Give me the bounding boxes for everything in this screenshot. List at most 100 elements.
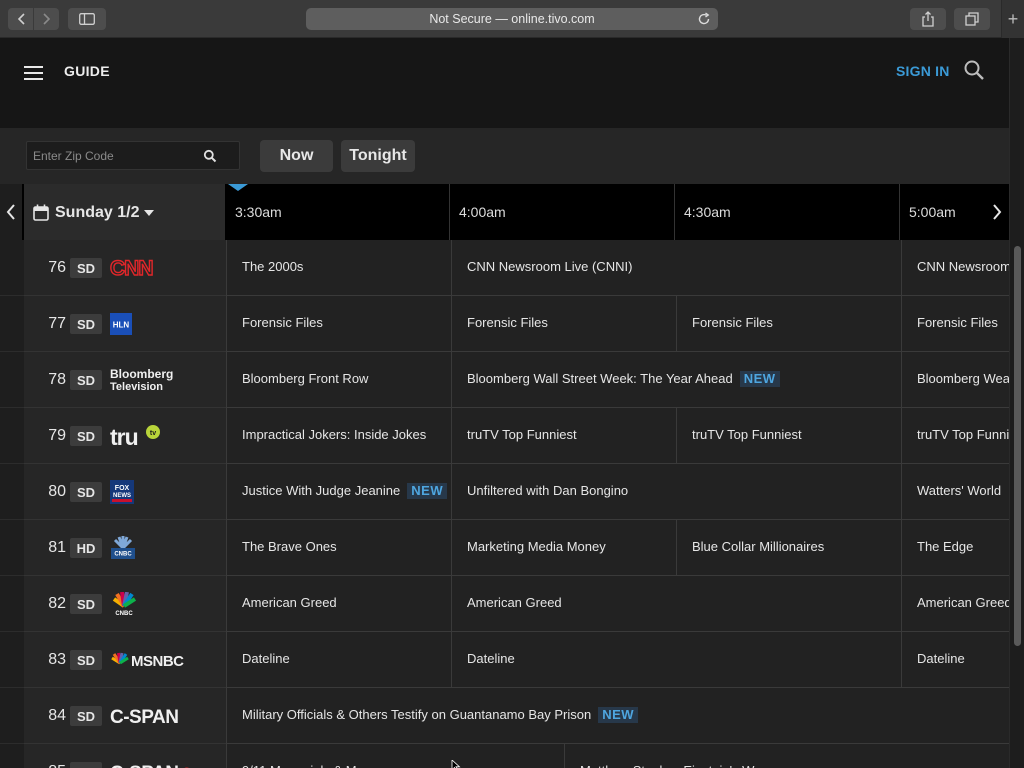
zip-search-box — [26, 141, 240, 170]
channel-logo: tru tv — [110, 421, 210, 451]
quality-badge: SD — [70, 762, 102, 768]
program-cell[interactable]: Forensic Files — [901, 296, 1009, 352]
search-icon[interactable] — [962, 58, 986, 82]
program-title: CNN Newsroom Live (CNNI) — [467, 259, 633, 274]
sign-in-link[interactable]: SIGN IN — [896, 63, 950, 79]
tonight-button[interactable]: Tonight — [341, 140, 415, 172]
channel-info[interactable]: 79 SD tru tv — [24, 408, 226, 464]
program-title: Impractical Jokers: Inside Jokes — [242, 427, 427, 442]
program-cell[interactable]: Bloomberg Front Row — [226, 352, 451, 408]
program-cell[interactable]: Bloomberg Wall Street Week: The Year Ahe… — [451, 352, 901, 408]
program-cell[interactable]: Dateline — [226, 632, 451, 688]
date-picker[interactable]: Sunday 1/2 — [24, 184, 225, 240]
program-cell[interactable]: Impractical Jokers: Inside Jokes — [226, 408, 451, 464]
program-cell[interactable]: CNN Newsroom Live (CNNI) — [451, 240, 901, 296]
program-cell[interactable]: Marketing Media Money — [451, 520, 676, 576]
scrollbar-thumb[interactable] — [1014, 246, 1021, 646]
svg-text:NEWS: NEWS — [113, 493, 131, 499]
channel-info[interactable]: 82 SD CNBC — [24, 576, 226, 632]
now-button[interactable]: Now — [260, 140, 333, 172]
program-cell[interactable]: Dateline — [901, 632, 1009, 688]
program-title: CNN Newsroom — [917, 259, 1009, 274]
channel-number: 83 — [48, 651, 66, 668]
new-tab-button[interactable]: + — [1001, 0, 1024, 38]
program-title: Dateline — [917, 651, 965, 666]
program-title: Marketing Media Money — [467, 539, 606, 554]
channel-number: 79 — [48, 427, 66, 444]
svg-text:Bloomberg: Bloomberg — [110, 367, 173, 381]
share-button[interactable] — [910, 8, 946, 30]
program-cell[interactable]: Forensic Files — [676, 296, 901, 352]
program-title: Forensic Files — [467, 315, 548, 330]
date-label: Sunday 1/2 — [55, 204, 140, 221]
program-cell[interactable]: Forensic Files — [451, 296, 676, 352]
program-cell[interactable]: CNN Newsroom — [901, 240, 1009, 296]
row-gutter — [0, 296, 24, 352]
address-bar[interactable]: Not Secure — online.tivo.com — [306, 8, 718, 30]
program-cell[interactable]: Unfiltered with Dan Bongino — [451, 464, 901, 520]
zip-code-input[interactable] — [33, 147, 198, 165]
channel-info[interactable]: 84 SD C-SPAN — [24, 688, 226, 744]
program-cell[interactable]: truTV Top Funniest — [451, 408, 676, 464]
program-cell[interactable]: Forensic Files — [226, 296, 451, 352]
cnbc-world-logo-icon: CNBC — [111, 536, 135, 559]
program-cell[interactable]: Justice With Judge Jeanine NEW — [226, 464, 451, 520]
caret-down-icon — [144, 210, 154, 216]
sidebar-toggle-button[interactable] — [68, 8, 106, 30]
channel-info[interactable]: 81 HD CNBC — [24, 520, 226, 576]
channel-row: 76 SD CNN The 2000s CNN Newsroom Live (CNNI)… — [0, 240, 1009, 296]
program-title: Dateline — [467, 651, 515, 666]
page-scrollbar[interactable] — [1009, 38, 1024, 768]
channel-info[interactable]: 76 SD CNN — [24, 240, 226, 296]
program-title: American Greed — [917, 595, 1009, 610]
program-cell[interactable]: Matthew Stanley: Einstein's W... — [564, 744, 1009, 768]
program-title: truTV Top Funni — [917, 427, 1009, 442]
channel-info[interactable]: 85 SD C-SPAN 2 — [24, 744, 226, 768]
program-cell[interactable]: The Edge — [901, 520, 1009, 576]
cnn-logo-icon: CNN — [110, 257, 154, 279]
channel-number: 78 — [48, 371, 66, 388]
program-cell[interactable]: Blue Collar Millionaires — [676, 520, 901, 576]
program-cell[interactable]: American Greed — [451, 576, 901, 632]
svg-text:CNN: CNN — [110, 257, 153, 279]
program-cell[interactable]: Military Officials & Others Testify on G… — [226, 688, 1009, 744]
program-title: Bloomberg Wall Street Week: The Year Ahe… — [467, 371, 733, 386]
program-cell[interactable]: Dateline — [451, 632, 901, 688]
hamburger-menu-icon[interactable] — [24, 66, 44, 80]
svg-text:CNBC: CNBC — [114, 552, 132, 558]
program-cell[interactable]: truTV Top Funniest — [676, 408, 901, 464]
program-cell[interactable]: American Greed — [901, 576, 1009, 632]
reload-icon[interactable] — [696, 11, 712, 27]
channel-number: 80 — [48, 483, 66, 500]
svg-text:HLN: HLN — [113, 321, 130, 330]
next-time-button[interactable] — [984, 184, 1009, 240]
program-cell[interactable]: Watters' World — [901, 464, 1009, 520]
channel-info[interactable]: 83 SD MSNBC — [24, 632, 226, 688]
search-icon[interactable] — [203, 149, 217, 163]
svg-text:CNBC: CNBC — [115, 611, 133, 616]
channel-info[interactable]: 78 SD Bloomberg Television — [24, 352, 226, 408]
program-title: The Brave Ones — [242, 539, 337, 554]
program-cell[interactable]: The 2000s — [226, 240, 451, 296]
show-tabs-button[interactable] — [954, 8, 990, 30]
program-cell[interactable]: American Greed — [226, 576, 451, 632]
tabs-icon — [965, 12, 979, 26]
c-span-logo-icon: C-SPAN — [110, 707, 179, 727]
program-cell[interactable]: The Brave Ones — [226, 520, 451, 576]
channel-info[interactable]: 80 SD FOX NEWS — [24, 464, 226, 520]
program-cell[interactable]: Bloomberg Wea — [901, 352, 1009, 408]
svg-text:Television: Television — [110, 381, 163, 393]
program-cell[interactable]: truTV Top Funni — [901, 408, 1009, 464]
program-title: truTV Top Funniest — [467, 427, 577, 442]
quality-badge: SD — [70, 370, 102, 390]
browser-toolbar: Not Secure — online.tivo.com + — [0, 0, 1024, 38]
forward-button[interactable] — [34, 8, 59, 30]
channel-info[interactable]: 77 SD HLN — [24, 296, 226, 352]
channel-number: 82 — [48, 595, 66, 612]
svg-text:tru: tru — [110, 424, 138, 449]
chevron-right-icon — [992, 204, 1001, 220]
bloomberg-logo-icon: BloombergTelevision — [110, 367, 173, 393]
program-cell[interactable]: 9/11 Memorials & M... — [226, 744, 564, 768]
previous-time-button[interactable] — [0, 184, 22, 240]
back-button[interactable] — [8, 8, 33, 30]
